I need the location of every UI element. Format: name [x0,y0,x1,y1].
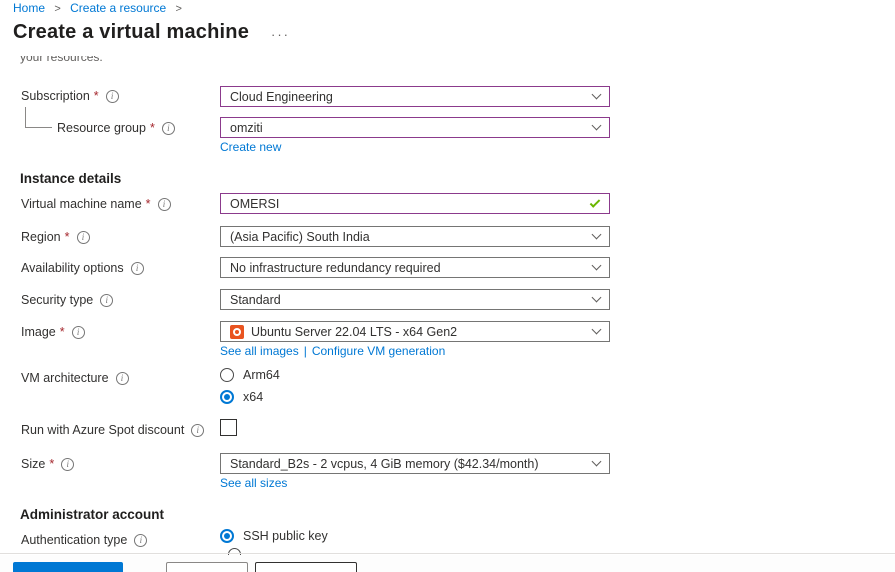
azure-spot-label: Run with Azure Spot discount i [21,423,204,437]
security-type-select[interactable]: Standard [220,289,610,310]
chevron-down-icon [592,261,602,271]
footer-secondary-button[interactable] [166,562,248,572]
security-type-label: Security type i [21,293,113,307]
chevron-down-icon [592,325,602,335]
subscription-label: Subscription* i [21,89,119,103]
required-marker: * [150,121,155,135]
ubuntu-logo-icon [230,325,244,339]
authentication-type-label: Authentication type i [21,533,147,547]
info-icon[interactable]: i [131,262,144,275]
radio-icon [220,529,234,543]
page-title: Create a virtual machine [13,21,249,44]
info-icon[interactable]: i [134,534,147,547]
info-icon[interactable]: i [158,198,171,211]
breadcrumb-create-a-resource[interactable]: Create a resource [70,1,166,15]
create-new-link[interactable]: Create new [220,140,281,154]
vm-name-input[interactable]: OMERSI [220,193,610,214]
footer-primary-button[interactable] [13,562,123,572]
required-marker: * [49,457,54,471]
info-icon[interactable]: i [162,122,175,135]
breadcrumb: Home > Create a resource > [13,1,188,15]
administrator-account-header: Administrator account [20,507,164,522]
chevron-down-icon [592,457,602,467]
radio-icon [220,390,234,404]
required-marker: * [60,325,65,339]
vm-name-label: Virtual machine name* i [21,197,171,211]
info-icon[interactable]: i [100,294,113,307]
required-marker: * [94,89,99,103]
subscription-resource-connector [25,107,52,128]
availability-options-label: Availability options i [21,261,144,275]
footer-bar [0,555,895,572]
create-vm-page: Home > Create a resource > Create a virt… [0,0,895,572]
footer-divider [0,553,895,554]
availability-options-select[interactable]: No infrastructure redundancy required [220,257,610,278]
chevron-down-icon [592,90,602,100]
see-all-images-link[interactable]: See all images [220,344,299,358]
info-icon[interactable]: i [106,90,119,103]
configure-vm-generation-link[interactable]: Configure VM generation [312,344,445,358]
resource-group-label: Resource group* i [57,121,175,135]
size-select[interactable]: Standard_B2s - 2 vcpus, 4 GiB memory ($4… [220,453,610,474]
chevron-down-icon [592,230,602,240]
arch-option-arm64[interactable]: Arm64 [220,368,280,382]
vm-architecture-label: VM architecture i [21,371,129,385]
more-options-button[interactable]: ··· [271,27,290,42]
instance-details-header: Instance details [20,171,121,186]
breadcrumb-separator: > [176,3,182,15]
azure-spot-checkbox[interactable] [220,419,237,436]
arch-option-x64[interactable]: x64 [220,390,263,404]
info-icon[interactable]: i [72,326,85,339]
size-label: Size* i [21,457,74,471]
image-select[interactable]: Ubuntu Server 22.04 LTS - x64 Gen2 [220,321,610,342]
image-label: Image* i [21,325,85,339]
valid-check-icon [590,197,601,208]
footer-tertiary-button[interactable] [255,562,357,572]
resource-group-select[interactable]: omziti [220,117,610,138]
info-icon[interactable]: i [191,424,204,437]
region-select[interactable]: (Asia Pacific) South India [220,226,610,247]
auth-option-ssh-public-key[interactable]: SSH public key [220,529,328,543]
see-all-sizes-link[interactable]: See all sizes [220,476,287,490]
image-links: See all images | Configure VM generation [220,344,445,358]
breadcrumb-home[interactable]: Home [13,1,45,15]
radio-icon [220,368,234,382]
info-icon[interactable]: i [61,458,74,471]
region-label: Region* i [21,230,90,244]
chevron-down-icon [592,293,602,303]
clipped-scroll-text: your resources. [20,56,103,64]
required-marker: * [146,197,151,211]
breadcrumb-separator: > [54,3,60,15]
links-separator: | [304,344,307,358]
subscription-select[interactable]: Cloud Engineering [220,86,610,107]
info-icon[interactable]: i [77,231,90,244]
info-icon[interactable]: i [116,372,129,385]
chevron-down-icon [592,121,602,131]
required-marker: * [65,230,70,244]
